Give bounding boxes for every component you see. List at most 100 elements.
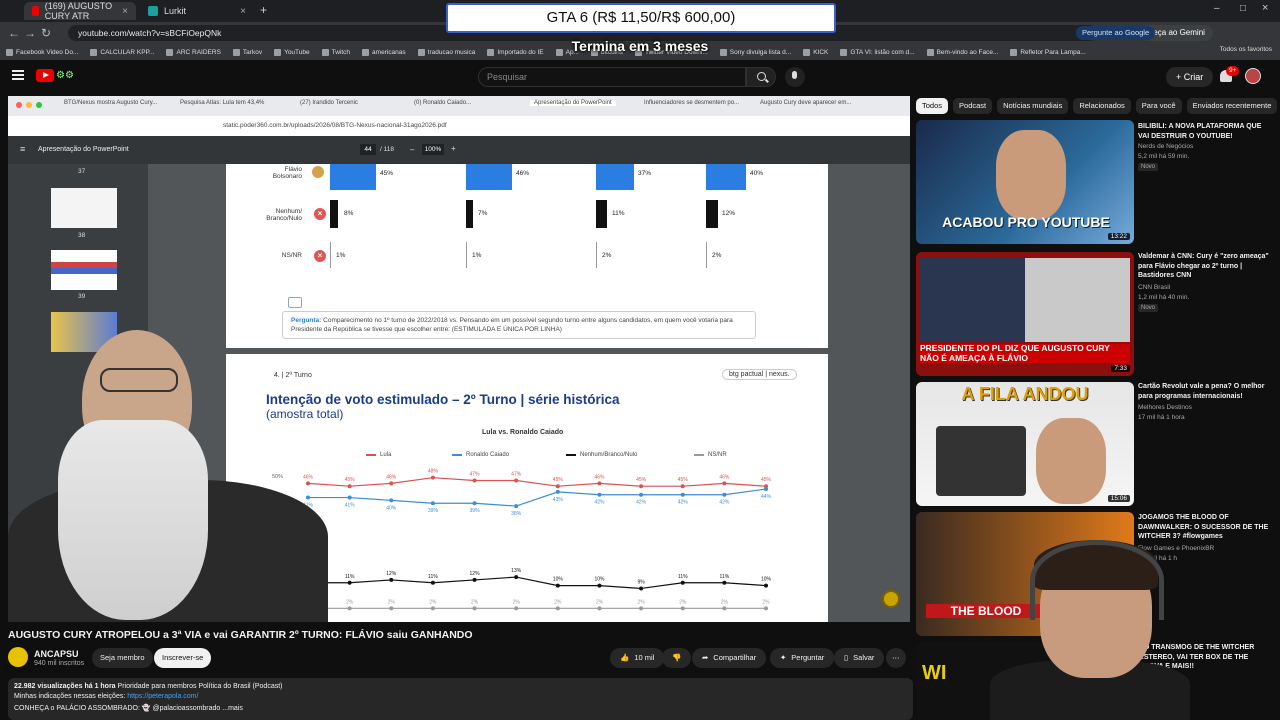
x-circle-icon: × <box>314 250 326 262</box>
browser-tab-lurkit[interactable]: Lurkit × <box>140 2 254 20</box>
chip-for-you[interactable]: Para você <box>1135 98 1182 114</box>
bookmark-item[interactable]: GTA VI: listão com d... <box>840 48 915 56</box>
description-link[interactable]: https://peterapola.com/ <box>127 693 198 700</box>
channel-avatar[interactable] <box>8 647 28 667</box>
tab-close-icon[interactable]: × <box>122 6 128 17</box>
bookmark-item[interactable]: Bem-vindo ao Face... <box>926 48 998 56</box>
browser-tab-youtube[interactable]: (169) AUGUSTO CURY ATR × <box>24 1 136 21</box>
chart-caption: Lula vs. Ronaldo Caiado <box>482 429 564 436</box>
account-avatar[interactable] <box>1245 68 1261 84</box>
bookmark-item[interactable]: YouTube <box>274 48 310 56</box>
video-description[interactable]: 22.982 visualizações há 1 hora Prioridad… <box>8 678 913 720</box>
channel-name[interactable]: ANCAPSU <box>34 649 79 659</box>
all-favorites-button[interactable]: Todos os favoritos <box>1220 46 1272 53</box>
bookmark-item[interactable]: Facebook Video Do... <box>6 48 78 56</box>
menu-icon[interactable] <box>12 70 24 80</box>
rec-channel[interactable]: Melhores Destinos <box>1138 404 1192 411</box>
reload-icon[interactable]: ↻ <box>38 26 54 40</box>
rec-title[interactable]: Valdemar à CNN: Cury é "zero ameaça" par… <box>1138 252 1274 281</box>
join-button[interactable]: Seja membro <box>92 648 153 668</box>
bookmark-item[interactable]: Importado do IE <box>487 48 544 56</box>
lurkit-favicon-icon <box>148 6 158 16</box>
data-point <box>722 492 727 497</box>
minimize-icon[interactable]: – <box>1214 3 1220 14</box>
chip-world-news[interactable]: Notícias mundiais <box>997 98 1069 114</box>
rec-channel[interactable]: CNN Brasil <box>1138 284 1170 291</box>
chip-all[interactable]: Todos <box>916 98 949 114</box>
ask-google-button[interactable]: Pergunte ao Google <box>1076 26 1156 40</box>
bookmark-icon <box>90 48 98 56</box>
bookmark-item[interactable]: americanas <box>362 48 406 56</box>
bookmark-item[interactable]: Tarkov <box>232 48 262 56</box>
bookmark-item[interactable]: Sony divulga lista d... <box>719 48 791 56</box>
data-point <box>514 606 519 611</box>
data-label: 44% <box>761 494 772 500</box>
description-line: CONHEÇA o PALÁCIO ASSOMBRADO: 👻 @palacio… <box>14 705 243 712</box>
dislike-button[interactable]: 👎 <box>662 648 692 668</box>
settings-gear-icon[interactable] <box>882 590 900 608</box>
chip-recent[interactable]: Enviados recentemente <box>1186 98 1278 114</box>
data-point <box>514 504 519 509</box>
data-label: 11% <box>428 574 438 580</box>
bookmark-item[interactable]: Twitch <box>321 48 350 56</box>
rec-channel[interactable]: Nerds de Negócios <box>1138 143 1193 150</box>
bookmark-icon <box>232 48 240 56</box>
rec-channel[interactable]: Flow Games e PhoenixBR <box>1138 545 1214 552</box>
create-button[interactable]: + Criar <box>1166 67 1214 87</box>
series-line-0 <box>307 477 767 487</box>
bookmark-item[interactable]: KICK <box>803 48 828 56</box>
microphone-icon[interactable] <box>785 67 805 87</box>
data-label: 2% <box>471 599 479 605</box>
bar <box>596 242 597 268</box>
share-button[interactable]: ➦ Compartilhar <box>692 648 767 668</box>
rec-title[interactable]: JOGAMOS THE BLOOD OF DAWNWALKER: O SUCES… <box>1138 513 1274 542</box>
new-badge: Novo <box>1138 304 1159 312</box>
rec-thumbnail[interactable]: PRESIDENTE DO PL DIZ QUE AUGUSTO CURY NÃ… <box>916 252 1134 376</box>
bookmark-item[interactable]: traducao musica <box>417 48 475 56</box>
cards-image <box>936 426 1026 496</box>
data-point <box>389 577 394 582</box>
chip-podcast[interactable]: Podcast <box>953 98 993 114</box>
bookmark-icon <box>803 48 811 56</box>
like-button[interactable]: 👍 10 mil <box>610 648 665 668</box>
legend-item-lula: Lula <box>366 452 391 458</box>
thumbnail <box>51 250 117 290</box>
rec-thumbnail[interactable]: ACABOU PRO YOUTUBE 13:22 <box>916 120 1134 244</box>
maximize-icon[interactable]: □ <box>1240 3 1246 14</box>
tab-close-icon[interactable]: × <box>240 6 246 17</box>
data-label: 2% <box>346 599 354 605</box>
rec-thumbnail[interactable]: A FILA ANDOU 15:06 <box>916 382 1134 506</box>
rec-title[interactable]: Cartão Revolut vale a pena? O melhor par… <box>1138 382 1274 401</box>
view-count: 22.982 visualizações <box>14 683 83 690</box>
search-icon[interactable] <box>746 67 776 87</box>
data-label: 2% <box>637 599 645 605</box>
bookmark-item[interactable]: Refletor Para Lampa... <box>1010 48 1086 56</box>
back-icon[interactable]: ← <box>6 26 22 40</box>
slide-section-tag: 4. | 2º Turno <box>274 372 312 379</box>
chip-related[interactable]: Relacionados <box>1073 98 1131 114</box>
more-actions-button[interactable]: ⋯ <box>886 648 906 668</box>
bookmark-item[interactable]: ARC RAIDERS <box>166 48 221 56</box>
window-close-icon[interactable]: × <box>1262 2 1268 14</box>
create-label: Criar <box>1183 72 1204 82</box>
forward-icon[interactable]: → <box>22 26 38 40</box>
new-tab-icon[interactable]: + <box>260 3 267 17</box>
youtube-logo-icon[interactable] <box>36 69 54 82</box>
bar <box>330 242 331 268</box>
rec-title[interactable]: BILIBILI: A NOVA PLATAFORMA QUE VAI DEST… <box>1138 122 1274 141</box>
zoom-out-icon: – <box>410 145 415 154</box>
data-point <box>430 501 435 506</box>
save-button[interactable]: ▯ Salvar <box>834 648 885 668</box>
bookmark-item[interactable]: CALCULAR KPP... <box>90 48 154 56</box>
pdf-toolbar: ≡ Apresentação do PowerPoint 44 / 118 – … <box>8 136 910 164</box>
bookmark-icon <box>1010 48 1018 56</box>
subscribe-button[interactable]: Inscrever-se <box>154 648 212 668</box>
minimize-dot-icon <box>26 102 32 108</box>
data-label: 39% <box>470 508 481 514</box>
ask-button[interactable]: ✦ Perguntar <box>770 648 835 668</box>
pdf-menu-icon: ≡ <box>20 144 26 154</box>
data-point <box>639 606 644 611</box>
series-line-2 <box>308 576 767 590</box>
search-input[interactable]: Pesquisar <box>478 67 746 87</box>
question-label: Pergunta: <box>291 317 322 324</box>
